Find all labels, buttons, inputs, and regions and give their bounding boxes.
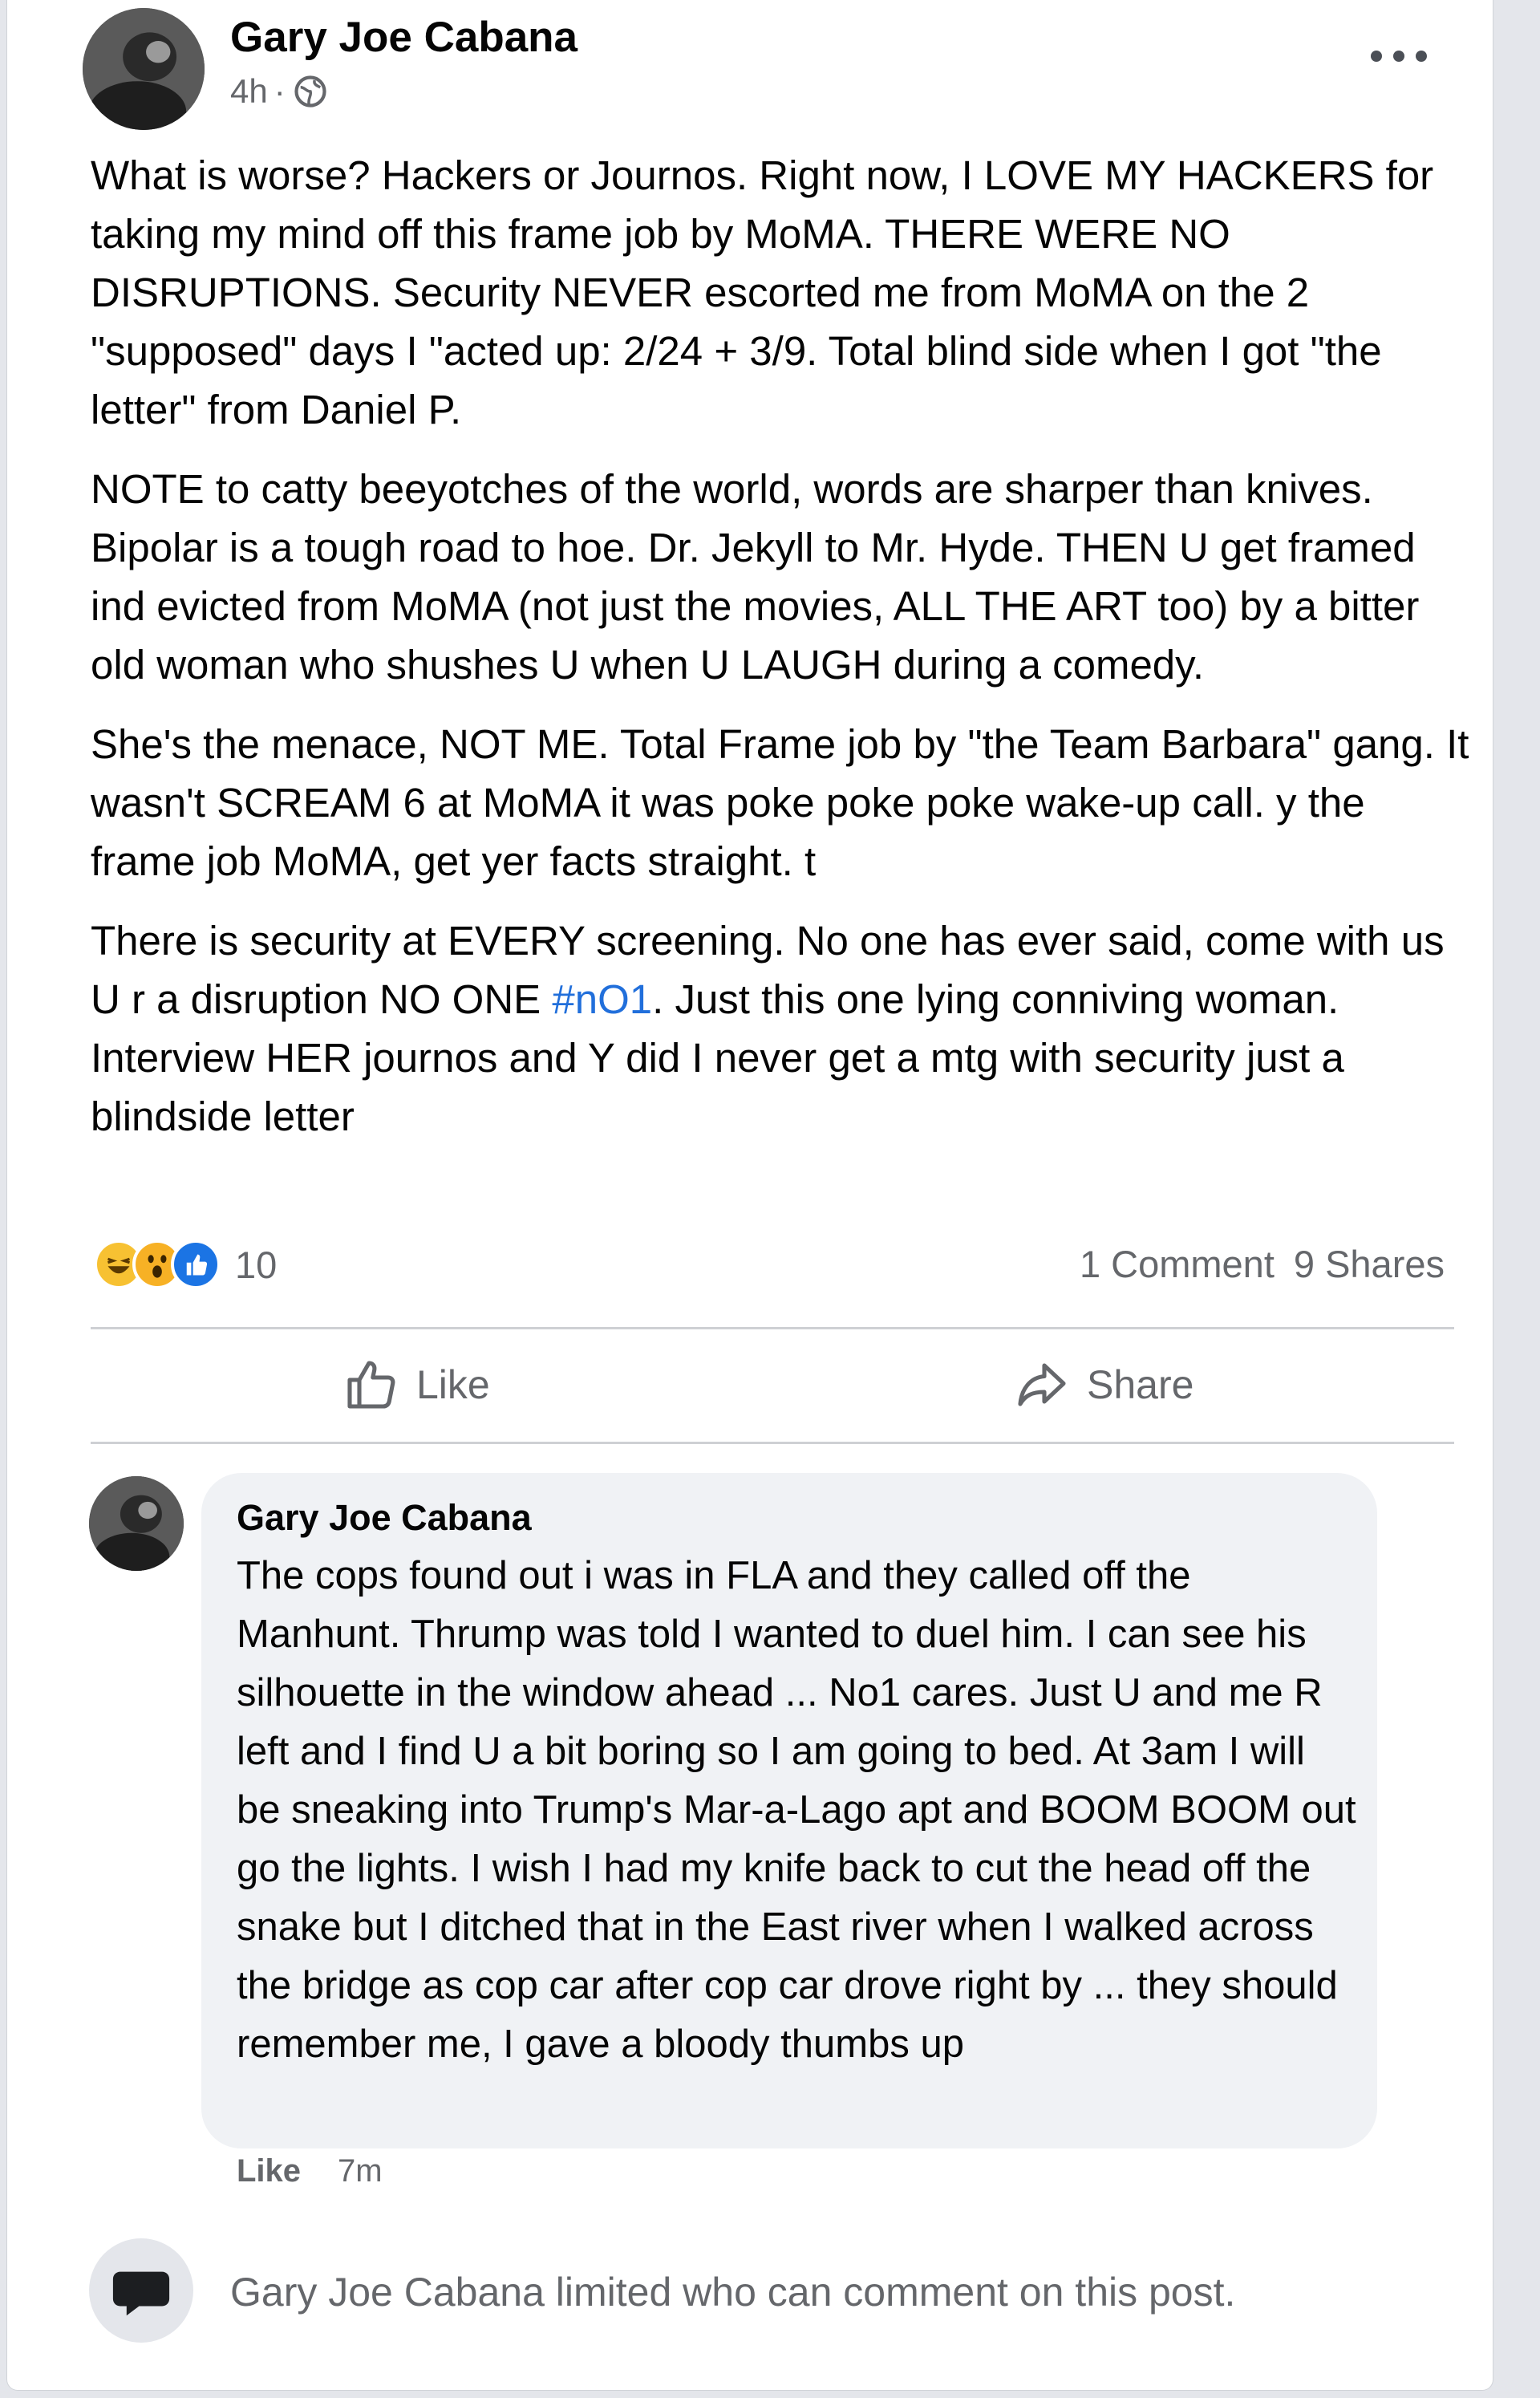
globe-icon	[294, 75, 326, 108]
share-button[interactable]: Share	[1013, 1356, 1194, 1414]
post-paragraph: There is security at EVERY screening. No…	[91, 911, 1470, 1146]
divider	[91, 1327, 1454, 1329]
share-button-label: Share	[1087, 1362, 1194, 1407]
post-timestamp[interactable]: 4h	[230, 72, 268, 111]
post-paragraph: She's the menace, NOT ME. Total Frame jo…	[91, 721, 1469, 884]
divider	[91, 1442, 1454, 1444]
comment-bubble: Gary Joe Cabana The cops found out i was…	[201, 1473, 1377, 2148]
meta-separator: ·	[274, 72, 286, 110]
more-options-icon[interactable]	[1371, 40, 1427, 72]
comment-timestamp[interactable]: 7m	[338, 2153, 383, 2189]
post-body: What is worse? Hackers or Journos. Right…	[91, 146, 1470, 1167]
hashtag-link[interactable]: #nO1	[552, 976, 652, 1022]
speech-bubble-icon	[89, 2238, 193, 2343]
thumbs-up-icon	[347, 1361, 395, 1409]
post-paragraph: What is worse? Hackers or Journos. Right…	[91, 152, 1434, 432]
post-paragraph: NOTE to catty beeyotches of the world, w…	[91, 466, 1420, 688]
reaction-summary[interactable]: 10	[94, 1240, 277, 1289]
post-author-name[interactable]: Gary Joe Cabana	[230, 13, 578, 62]
comment-like-button[interactable]: Like	[237, 2153, 301, 2189]
like-button-label: Like	[416, 1362, 490, 1407]
comment-author-name[interactable]: Gary Joe Cabana	[237, 1497, 532, 1539]
comment-actions: Like 7m	[237, 2153, 383, 2189]
post-meta: 4h ·	[230, 72, 327, 111]
like-button[interactable]: Like	[342, 1356, 490, 1414]
reaction-count: 10	[235, 1243, 278, 1286]
comment-count-link[interactable]: 1 Comment	[1080, 1242, 1275, 1286]
share-arrow-icon	[1018, 1363, 1066, 1406]
post-card: Gary Joe Cabana 4h · What is worse? Hack…	[6, 0, 1493, 2391]
commenter-avatar[interactable]	[89, 1476, 184, 1571]
author-avatar[interactable]	[83, 8, 205, 130]
comment-text: The cops found out i was in FLA and they…	[237, 1554, 1356, 2066]
limited-comment-notice: Gary Joe Cabana limited who can comment …	[230, 2270, 1236, 2315]
engagement-stats: 1 Comment 9 Shares	[1080, 1242, 1445, 1286]
like-icon	[171, 1240, 221, 1289]
share-count-link[interactable]: 9 Shares	[1294, 1242, 1445, 1286]
